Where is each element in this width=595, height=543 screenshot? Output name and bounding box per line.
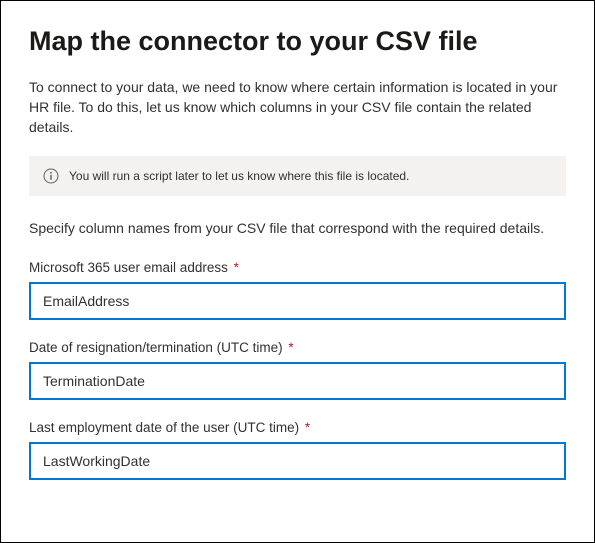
last-working-input[interactable]	[29, 442, 566, 480]
termination-label: Date of resignation/termination (UTC tim…	[29, 340, 566, 355]
label-text: Date of resignation/termination (UTC tim…	[29, 340, 283, 355]
label-text: Last employment date of the user (UTC ti…	[29, 420, 299, 435]
field-group-email: Microsoft 365 user email address *	[29, 260, 566, 320]
required-marker: *	[305, 420, 310, 435]
email-label: Microsoft 365 user email address *	[29, 260, 566, 275]
required-marker: *	[288, 340, 293, 355]
info-icon	[43, 168, 59, 184]
info-message: You will run a script later to let us kn…	[69, 169, 409, 183]
field-group-termination: Date of resignation/termination (UTC tim…	[29, 340, 566, 400]
instructions-text: Specify column names from your CSV file …	[29, 218, 566, 238]
intro-text: To connect to your data, we need to know…	[29, 77, 566, 138]
termination-input[interactable]	[29, 362, 566, 400]
email-input[interactable]	[29, 282, 566, 320]
last-working-label: Last employment date of the user (UTC ti…	[29, 420, 566, 435]
info-banner: You will run a script later to let us kn…	[29, 156, 566, 196]
field-group-last-working: Last employment date of the user (UTC ti…	[29, 420, 566, 480]
label-text: Microsoft 365 user email address	[29, 260, 228, 275]
required-marker: *	[234, 260, 239, 275]
page-title: Map the connector to your CSV file	[29, 25, 566, 59]
